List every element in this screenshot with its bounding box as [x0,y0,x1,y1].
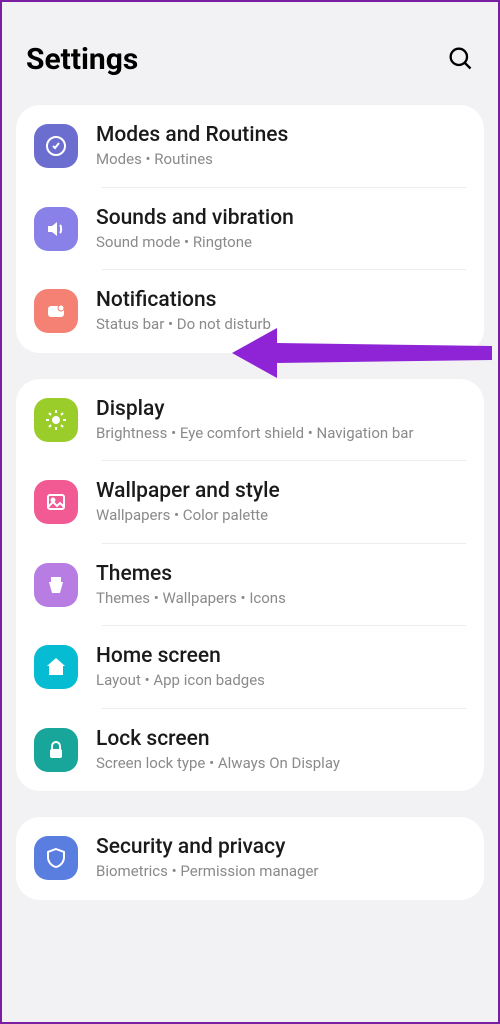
sound-icon [34,207,78,251]
wallpaper-icon [34,480,78,524]
item-text: Modes and Routines Modes • Routines [96,123,466,170]
settings-group: Display Brightness • Eye comfort shield … [16,379,484,792]
settings-item-wallpaper-and-style[interactable]: Wallpaper and style Wallpapers • Color p… [16,461,484,544]
item-title: Themes [96,562,466,586]
modes-icon [34,124,78,168]
search-icon [446,44,474,72]
item-text: Display Brightness • Eye comfort shield … [96,397,466,444]
item-text: Themes Themes • Wallpapers • Icons [96,562,466,609]
item-title: Lock screen [96,727,466,751]
item-text: Home screen Layout • App icon badges [96,644,466,691]
shield-icon [34,836,78,880]
settings-item-notifications[interactable]: Notifications Status bar • Do not distur… [16,270,484,353]
item-sub: Brightness • Eye comfort shield • Naviga… [96,424,466,444]
item-title: Notifications [96,288,466,312]
item-text: Sounds and vibration Sound mode • Ringto… [96,206,466,253]
settings-item-lock-screen[interactable]: Lock screen Screen lock type • Always On… [16,709,484,792]
settings-group: Security and privacy Biometrics • Permis… [16,817,484,900]
item-sub: Biometrics • Permission manager [96,862,466,882]
item-sub: Themes • Wallpapers • Icons [96,589,466,609]
item-sub: Wallpapers • Color palette [96,506,466,526]
item-sub: Status bar • Do not disturb [96,315,466,335]
settings-group: Modes and Routines Modes • Routines Soun… [16,105,484,353]
item-text: Notifications Status bar • Do not distur… [96,288,466,335]
item-title: Sounds and vibration [96,206,466,230]
notifications-icon [34,289,78,333]
header: Settings [2,2,498,105]
settings-item-sounds-and-vibration[interactable]: Sounds and vibration Sound mode • Ringto… [16,188,484,271]
item-text: Security and privacy Biometrics • Permis… [96,835,466,882]
settings-item-display[interactable]: Display Brightness • Eye comfort shield … [16,379,484,462]
item-sub: Screen lock type • Always On Display [96,754,466,774]
item-title: Home screen [96,644,466,668]
settings-item-security-and-privacy[interactable]: Security and privacy Biometrics • Permis… [16,817,484,900]
item-text: Wallpaper and style Wallpapers • Color p… [96,479,466,526]
settings-item-home-screen[interactable]: Home screen Layout • App icon badges [16,626,484,709]
item-sub: Sound mode • Ringtone [96,233,466,253]
home-icon [34,645,78,689]
settings-item-themes[interactable]: Themes Themes • Wallpapers • Icons [16,544,484,627]
lock-icon [34,728,78,772]
item-title: Modes and Routines [96,123,466,147]
item-sub: Layout • App icon badges [96,671,466,691]
search-button[interactable] [446,44,474,76]
item-title: Display [96,397,466,421]
item-text: Lock screen Screen lock type • Always On… [96,727,466,774]
display-icon [34,398,78,442]
page-title: Settings [26,42,138,77]
themes-icon [34,563,78,607]
settings-item-modes-and-routines[interactable]: Modes and Routines Modes • Routines [16,105,484,188]
item-title: Security and privacy [96,835,466,859]
item-title: Wallpaper and style [96,479,466,503]
item-sub: Modes • Routines [96,150,466,170]
